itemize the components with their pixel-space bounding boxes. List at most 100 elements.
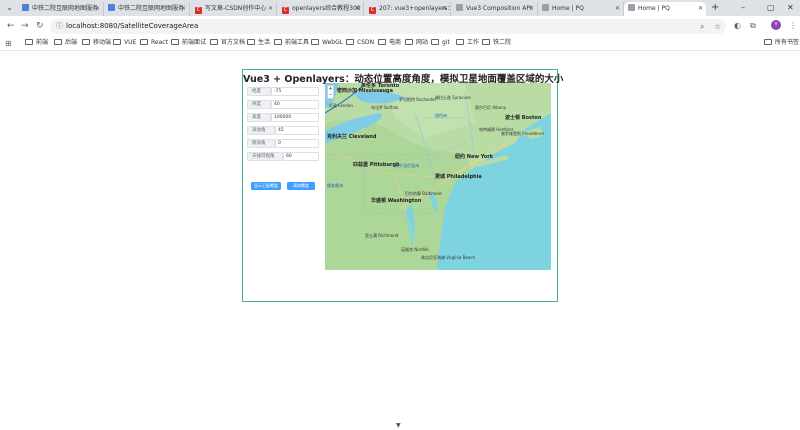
browser-tab[interactable]: Vue3 Composition API ✕ [452,2,538,16]
extensions-puzzle-icon[interactable]: ⧉ [750,20,756,32]
tab-favicon-icon: C [195,7,202,14]
address-bar[interactable]: ⓘ localhost:8080/SatelliteCoverageArea ⌕… [50,19,726,34]
folder-icon [456,39,464,45]
scroll-down-icon[interactable]: ▼ [396,422,401,429]
show-coverage-button[interactable]: 显示卫星覆盖 [251,182,281,190]
bookmark-label: git [442,39,450,46]
tab-title: 写文章-CSDN创作中心 [205,5,267,12]
back-icon[interactable]: ← [7,20,15,32]
zoom-icon[interactable]: ⌕ [700,21,704,32]
folder-icon [346,39,354,45]
bookmark-folder[interactable]: git [431,38,450,48]
bookmark-folder[interactable]: 后端 [54,38,77,48]
tab-favicon-icon: C [369,7,376,14]
map-label-providence: 普罗维登斯 Providence [501,131,545,136]
tab-close-icon[interactable]: ✕ [698,2,703,15]
extension-icon[interactable]: ◐ [734,20,741,32]
folder-icon [25,39,33,45]
folder-icon [311,39,319,45]
folder-icon [82,39,90,45]
bookmark-label: VUE [124,39,137,46]
pitch-angle-label: 俯仰角 [247,139,275,148]
form-row-roll: 滚动角 45 [247,126,319,135]
bookmark-folder[interactable]: 网站 [405,38,428,48]
all-bookmarks[interactable]: 所有书签 [764,38,799,48]
map-label-albany: 奥尔巴尼 Albany [475,105,507,110]
site-info-icon[interactable]: ⓘ [56,21,63,32]
reload-icon[interactable]: ↻ [36,20,44,32]
tab-title: Vue3 Composition API [466,5,532,12]
map-label-boston: 波士顿 Boston [505,115,542,121]
roll-angle-input[interactable]: 45 [275,126,319,135]
latitude-input[interactable]: 40 [271,100,319,109]
browser-tab[interactable]: 中铁二院互联网地图服务 ✕ [104,2,190,16]
browser-tab[interactable]: Home | PQ ✕ [538,2,624,16]
tab-title: Home | PQ [552,5,584,12]
latitude-label: 纬度 [247,100,271,109]
clear-coverage-button[interactable]: 清除覆盖 [287,182,315,190]
tab-close-icon[interactable]: ✕ [355,2,360,15]
bookmark-folder[interactable]: CSDN [346,38,374,48]
tab-title: openlayers综合教程300 [292,5,361,12]
pitch-angle-input[interactable]: 0 [275,139,319,148]
form-row-latitude: 纬度 40 [247,100,319,109]
bookmark-folder[interactable]: 前端 [25,38,48,48]
browser-tab[interactable]: 中铁二院互联网地图服务 ✕ [18,2,104,16]
apps-grid-icon[interactable]: ⊞ [5,39,12,48]
tab-close-icon[interactable]: ✕ [442,2,447,15]
form-row-pitch: 俯仰角 0 [247,139,319,148]
tab-close-icon[interactable]: ✕ [95,2,100,15]
close-window-icon[interactable]: ✕ [787,2,794,14]
bookmark-folder[interactable]: 前端工具 [274,38,309,48]
bookmark-folder[interactable]: 官方文档 [210,38,245,48]
browser-tab[interactable]: Home | PQ ✕ [624,2,706,16]
bookmark-folder[interactable]: WebGL [311,38,343,48]
tab-close-icon[interactable]: ✕ [529,2,534,15]
bookmark-folder[interactable]: VUE [113,38,136,48]
form-row-antenna: 天线可视角 60 [247,152,319,161]
bookmarks-bar: ⊞ 前端 后端 移动端 VUE React 前端面试 官方文档 生活 前端工具 WebGL CSDN… [0,36,800,51]
map-label-baltimore: 巴尔的摩 Baltimore [405,191,442,196]
profile-avatar[interactable]: Y [771,20,781,30]
maximize-icon[interactable]: ▢ [767,2,775,14]
bookmark-folder[interactable]: 生活 [247,38,270,48]
bookmark-folder[interactable]: 电商 [378,38,401,48]
map-label-cleveland: 克利夫兰 Cleveland [327,134,377,140]
bookmark-label: 前端 [36,39,49,46]
altitude-input[interactable]: 100000 [271,113,319,122]
antenna-angle-input[interactable]: 60 [283,152,319,161]
tab-search-icon[interactable]: ⌄ [3,2,16,14]
browser-tab[interactable]: Copenlayers综合教程300 ✕ [278,2,364,16]
folder-icon [431,39,439,45]
map-label-richmond: 里士满 Richmond [365,233,399,238]
bookmark-folder[interactable]: React [140,38,168,48]
browser-tab[interactable]: C 207: vue3+openlayers： ✕ [365,2,451,16]
bookmark-folder[interactable]: 工作 [456,38,479,48]
map-label-mississauga: 密西沙加 Mississauga [337,88,393,94]
browser-tab[interactable]: C 写文章-CSDN创作中心 ✕ [191,2,277,16]
url-text: localhost:8080/SatelliteCoverageArea [66,22,199,30]
app-container: Vue3 + Openlayers：动态位置高度角度，模拟卫星地面覆盖区域的大小… [242,69,563,302]
forward-icon[interactable]: → [21,20,29,32]
new-tab-button[interactable]: + [711,2,719,14]
minimize-icon[interactable]: – [741,2,745,14]
bookmark-label: 电商 [389,39,402,46]
bookmark-star-icon[interactable]: ☆ [714,21,721,32]
zoom-control[interactable]: + − [327,85,334,99]
bookmark-folder[interactable]: 移动端 [82,38,111,48]
bookmark-label: 前端面试 [182,39,207,46]
folder-icon [140,39,148,45]
zoom-out-button[interactable]: − [328,92,333,98]
folder-icon [247,39,255,45]
tab-favicon-icon [108,4,115,11]
map-view[interactable]: + − 密西沙加 Mississauga 多伦多 Toronto 布法罗 Buf… [325,83,551,270]
bookmark-folder[interactable]: 铁二院 [482,38,511,48]
bookmark-label: 生活 [258,39,271,46]
menu-icon[interactable]: ⋮ [789,20,797,32]
tab-close-icon[interactable]: ✕ [268,2,273,15]
longitude-input[interactable]: -75 [271,87,319,96]
bookmark-folder[interactable]: 前端面试 [171,38,206,48]
tab-close-icon[interactable]: ✕ [181,2,186,15]
tab-close-icon[interactable]: ✕ [615,2,620,15]
map-label-new-york-state: 纽约州 [435,113,447,118]
